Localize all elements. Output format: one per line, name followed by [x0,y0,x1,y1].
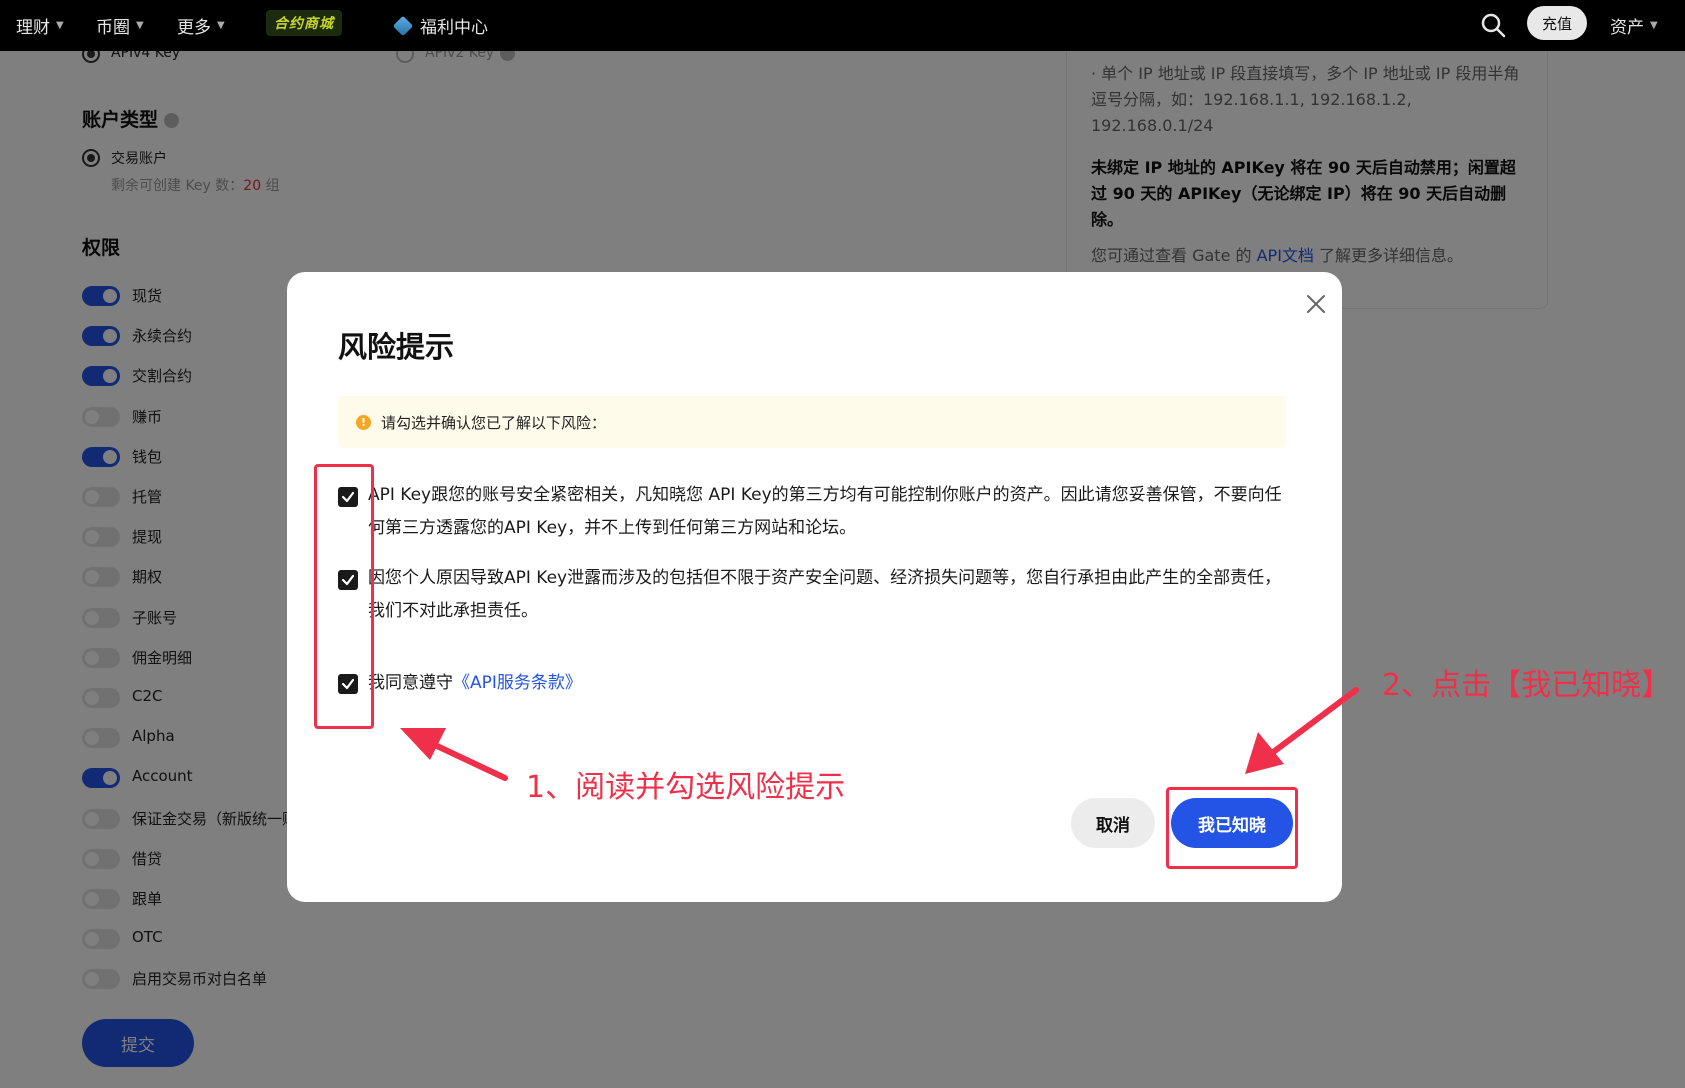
caret-down-icon: ▼ [56,20,64,31]
risk1-text: API Key跟您的账号安全紧密相关，凡知晓您 API Key的第三方均有可能控… [368,485,1282,538]
nav-item-label: 币圈 [96,18,130,38]
nav-item-more[interactable]: 更多 ▼ [177,0,225,51]
close-icon[interactable] [1302,290,1330,318]
nav-assets[interactable]: 资产 ▼ [1610,0,1658,51]
modal-title: 风险提示 [338,330,455,364]
cube-icon [392,15,414,36]
annotation-step1: 1、阅读并勾选风险提示 [526,770,846,805]
caret-down-icon: ▼ [136,20,144,31]
deposit-button[interactable]: 充值 [1527,6,1587,40]
annotation-step2: 2、点击【我已知晓】 [1382,668,1672,703]
api-terms-link[interactable]: 《API服务条款》 [453,673,582,693]
nav-futures-mall-logo[interactable]: 合约商城 [266,10,342,36]
nav-welfare-label: 福利中心 [420,18,488,38]
nav-item-label: 更多 [177,18,211,38]
checkbox-highlight-box [314,464,374,729]
cancel-button[interactable]: 取消 [1071,798,1155,848]
search-icon[interactable] [1480,12,1506,38]
warning-icon: ! [356,414,371,430]
nav-assets-label: 资产 [1610,18,1644,38]
nav-item-crypto[interactable]: 币圈 ▼ [96,0,144,51]
nav-item-label: 理财 [16,18,50,38]
caret-down-icon: ▼ [217,20,225,31]
caret-down-icon: ▼ [1650,20,1658,31]
risk-notice-text: 请勾选并确认您已了解以下风险： [381,413,607,432]
nav-item-finance[interactable]: 理财 ▼ [16,0,64,51]
risk2-text: 因您个人原因导致API Key泄露而涉及的包括但不限于资产安全问题、经济损失问题… [368,568,1282,621]
risk-notice-banner: ! 请勾选并确认您已了解以下风险： [338,396,1286,448]
terms-prefix: 我同意遵守 [368,673,453,693]
nav-welfare-center[interactable]: 福利中心 [392,0,488,51]
top-nav: 理财 ▼ 币圈 ▼ 更多 ▼ 合约商城 福利中心 充值 资产 ▼ [0,0,1685,51]
terms-text: 我同意遵守《API服务条款》 [368,667,1288,700]
button-highlight-box [1166,787,1298,869]
